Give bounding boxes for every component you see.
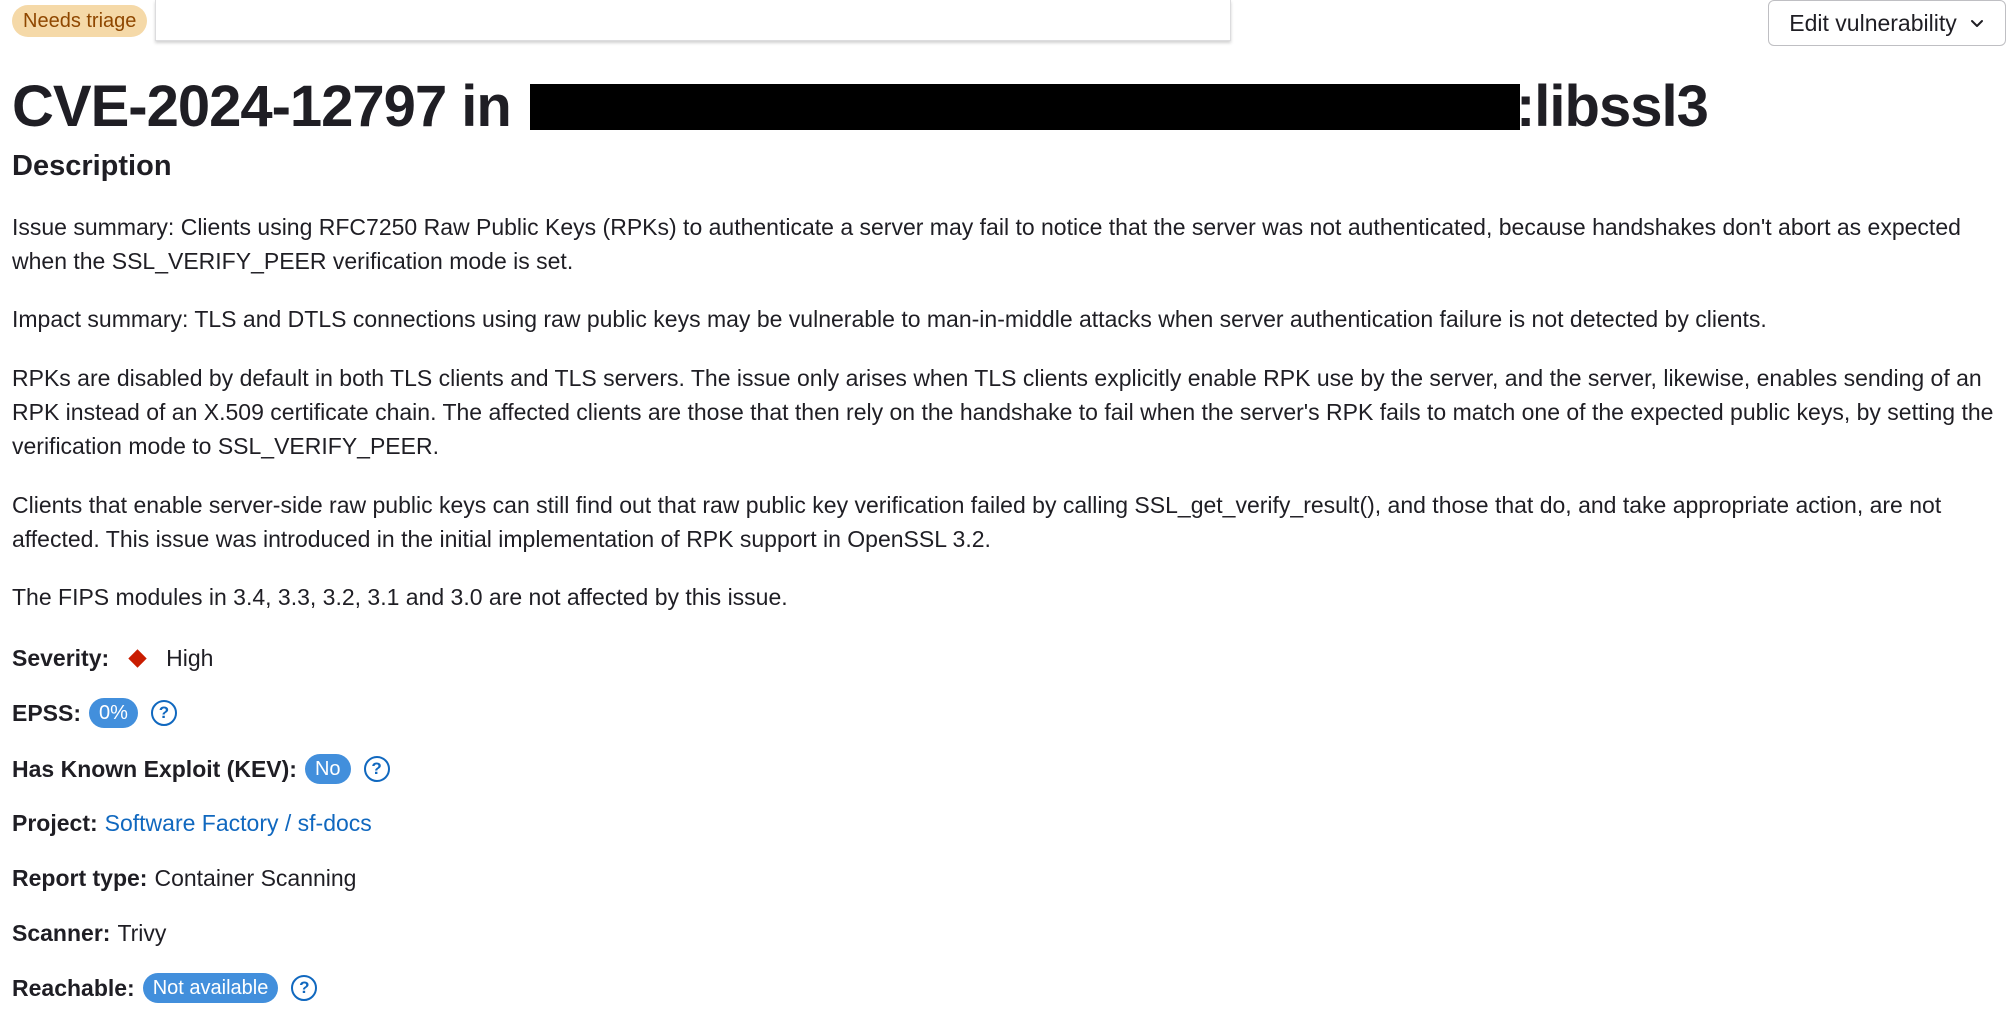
reachable-row: Reachable: Not available ? [12, 971, 318, 1005]
chevron-down-icon [1970, 20, 1983, 27]
epss-label: EPSS: [12, 700, 82, 726]
question-circle-icon[interactable]: ? [150, 700, 177, 726]
question-circle-icon[interactable]: ? [363, 756, 390, 782]
kev-row: Has Known Exploit (KEV): No ? [12, 752, 390, 786]
project-row: Project: Software Factory / sf-docs [12, 806, 372, 840]
page-title: CVE-2024-12797 in :libssl3 [12, 70, 1709, 144]
edit-vulnerability-button[interactable]: Edit vulnerability [1768, 0, 2006, 46]
report-type-row: Report type: Container Scanning [12, 861, 356, 895]
header-input-field[interactable] [155, 0, 1231, 41]
epss-badge: 0% [89, 698, 138, 728]
question-circle-icon[interactable]: ? [291, 975, 318, 1001]
severity-label: Severity: [12, 645, 110, 671]
reachable-badge: Not available [142, 973, 279, 1003]
description-paragraph: Clients that enable server-side raw publ… [12, 492, 1942, 552]
title-suffix: :libssl3 [1515, 74, 1709, 139]
report-type-value: Container Scanning [154, 865, 357, 891]
redacted-block [529, 83, 1520, 130]
scanner-value: Trivy [117, 920, 167, 946]
description-paragraph: The FIPS modules in 3.4, 3.3, 3.2, 3.1 a… [12, 584, 788, 610]
severity-diamond-icon [128, 648, 147, 668]
kev-label: Has Known Exploit (KEV): [12, 756, 297, 782]
description-paragraph: Impact summary: TLS and DTLS connections… [12, 306, 1767, 332]
reachable-label: Reachable: [12, 975, 135, 1001]
scanner-label: Scanner: [12, 920, 111, 946]
edit-vulnerability-label: Edit vulnerability [1789, 9, 1957, 36]
top-bar: Needs triage Edit vulnerability [0, 0, 2016, 46]
kev-badge: No [304, 754, 351, 784]
description-heading: Description [12, 150, 172, 182]
severity-row: Severity: High [12, 641, 213, 675]
epss-row: EPSS: 0% ? [12, 696, 177, 730]
report-type-label: Report type: [12, 865, 148, 891]
title-prefix: CVE-2024-12797 in [12, 74, 512, 139]
description-paragraph: Issue summary: Clients using RFC7250 Raw… [12, 214, 1961, 274]
severity-value: High [166, 645, 214, 671]
project-label: Project: [12, 810, 98, 836]
status-badge: Needs triage [12, 5, 148, 37]
scanner-row: Scanner: Trivy [12, 916, 166, 950]
project-link[interactable]: Software Factory / sf-docs [105, 806, 372, 840]
description-paragraph: RPKs are disabled by default in both TLS… [12, 365, 1994, 459]
